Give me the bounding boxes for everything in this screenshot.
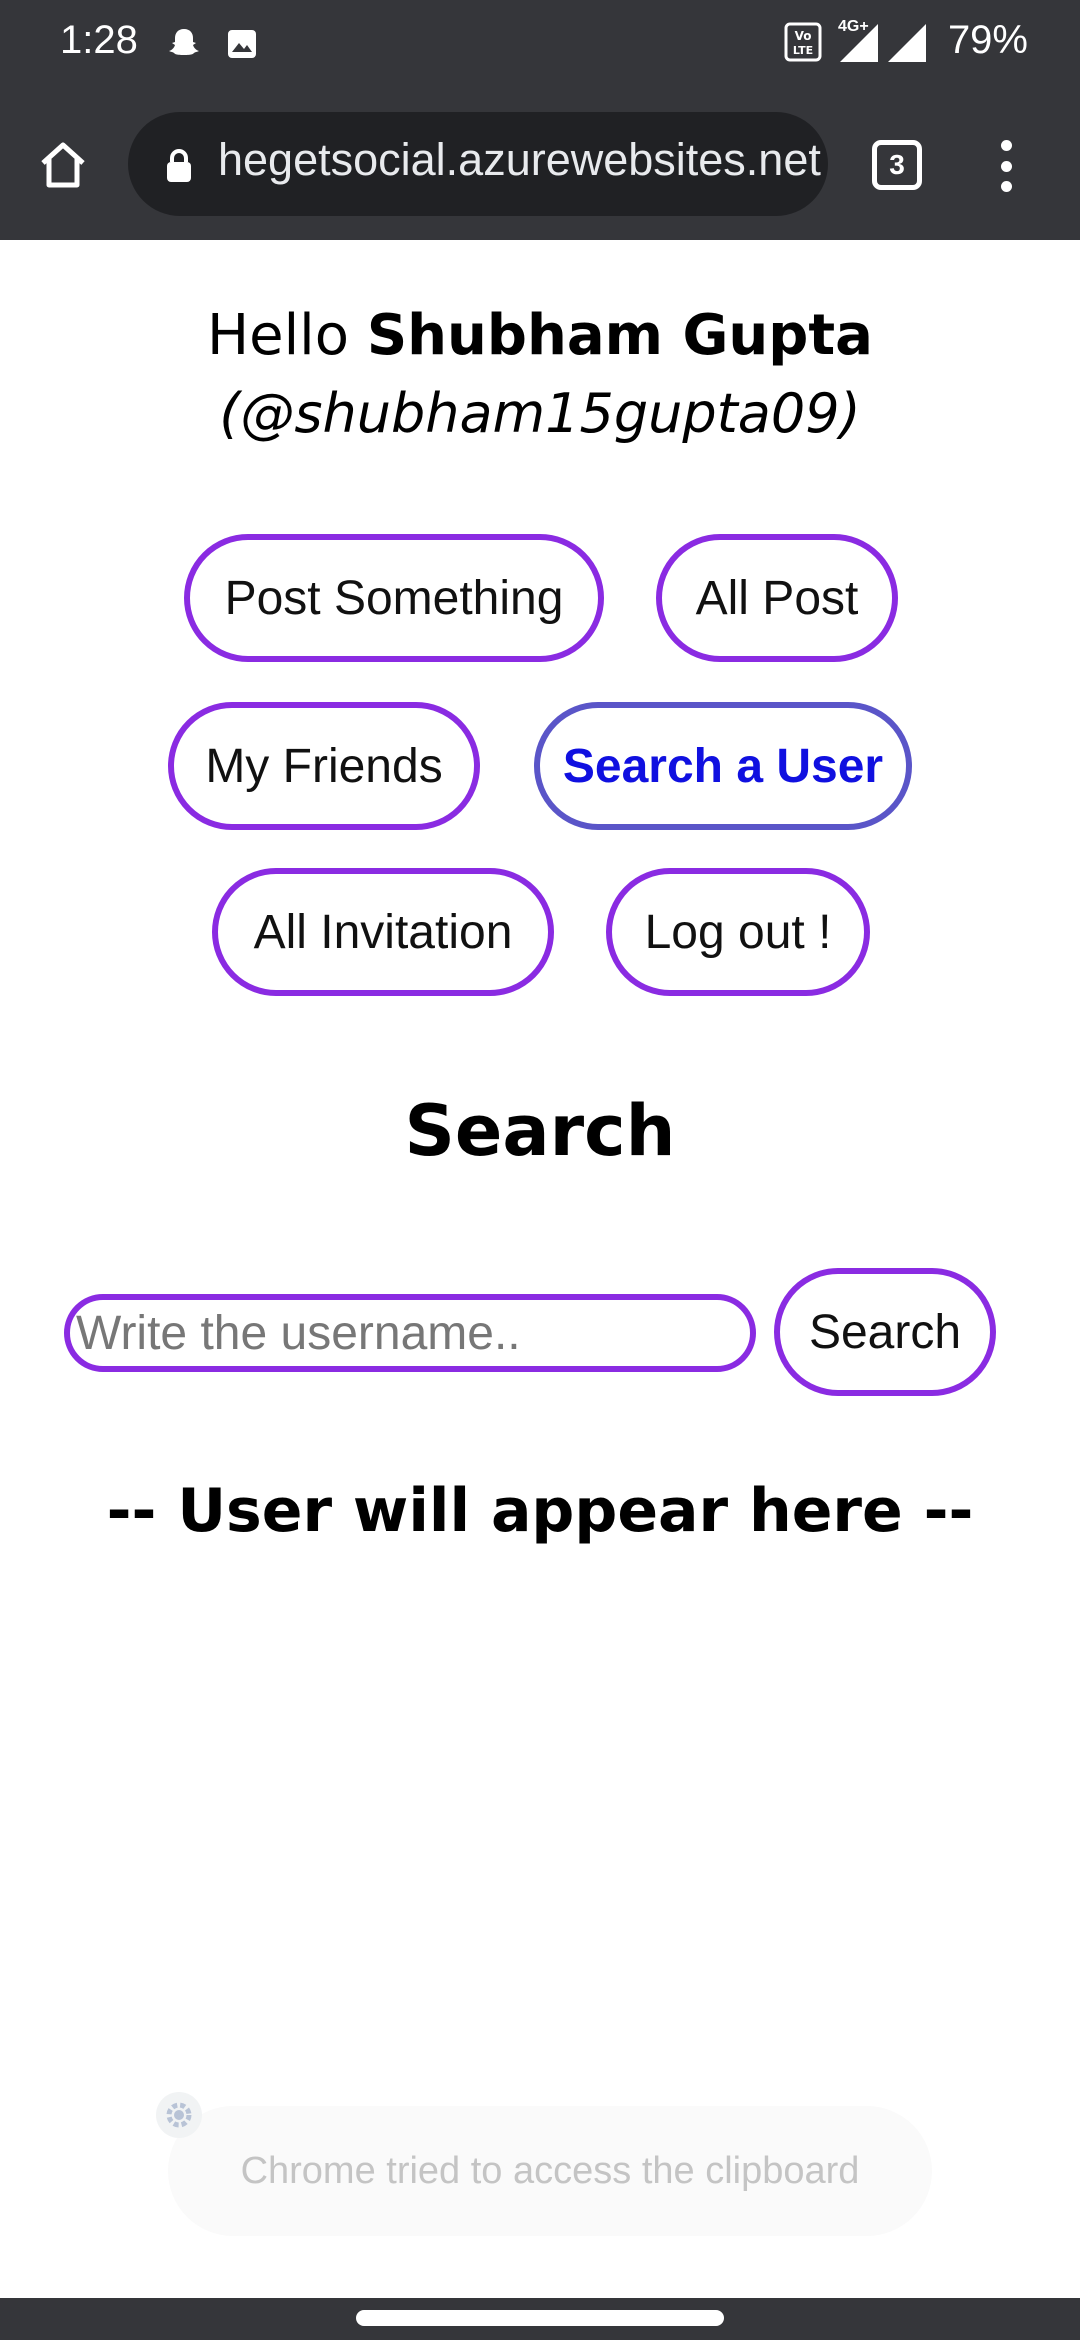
search-heading: Search (404, 1090, 676, 1172)
search-submit-button[interactable]: Search (774, 1268, 996, 1396)
more-menu-button[interactable] (990, 140, 1022, 192)
system-nav-bar (0, 2298, 1080, 2340)
image-icon (228, 30, 256, 58)
user-handle: (@shubham15gupta09) (219, 382, 861, 445)
url-bar[interactable]: hegetsocial.azurewebsites.net (128, 112, 828, 216)
signal-icon (888, 24, 926, 62)
username-search-input[interactable] (64, 1294, 756, 1372)
clipboard-toast: Chrome tried to access the clipboard (168, 2106, 932, 2236)
browser-toolbar: hegetsocial.azurewebsites.net 3 (0, 88, 1080, 240)
search-user-button[interactable]: Search a User (534, 702, 912, 830)
search-result-placeholder: -- User will appear here -- (106, 1476, 974, 1546)
all-invitation-button[interactable]: All Invitation (212, 868, 554, 996)
status-time: 1:28 (60, 18, 138, 62)
my-friends-button[interactable]: My Friends (168, 702, 480, 830)
logout-button[interactable]: Log out ! (606, 868, 870, 996)
all-post-button[interactable]: All Post (656, 534, 898, 662)
signal-icon (840, 24, 878, 62)
greeting-prefix: Hello (207, 303, 349, 368)
more-vert-icon (1000, 140, 1012, 151)
greeting: Hello Shubham Gupta (0, 300, 1080, 372)
status-bar: 1:28 Vo LTE 4G+ 79% (0, 0, 1080, 88)
user-name: Shubham Gupta (366, 303, 873, 368)
volte-icon: Vo LTE (784, 22, 822, 62)
url-text: hegetsocial.azurewebsites.net (218, 134, 821, 185)
home-gesture-handle[interactable] (356, 2310, 724, 2326)
toast-text: Chrome tried to access the clipboard (240, 2149, 860, 2192)
home-button[interactable] (30, 132, 96, 198)
tab-switcher-button[interactable]: 3 (872, 140, 922, 190)
svg-text:Vo: Vo (795, 29, 812, 43)
battery-level: 79% (947, 18, 1028, 62)
lock-icon (167, 149, 191, 182)
svg-text:LTE: LTE (793, 44, 813, 57)
post-something-button[interactable]: Post Something (184, 534, 604, 662)
snapchat-icon (169, 29, 199, 55)
home-icon (41, 142, 85, 188)
settings-gear-icon (156, 2092, 202, 2138)
